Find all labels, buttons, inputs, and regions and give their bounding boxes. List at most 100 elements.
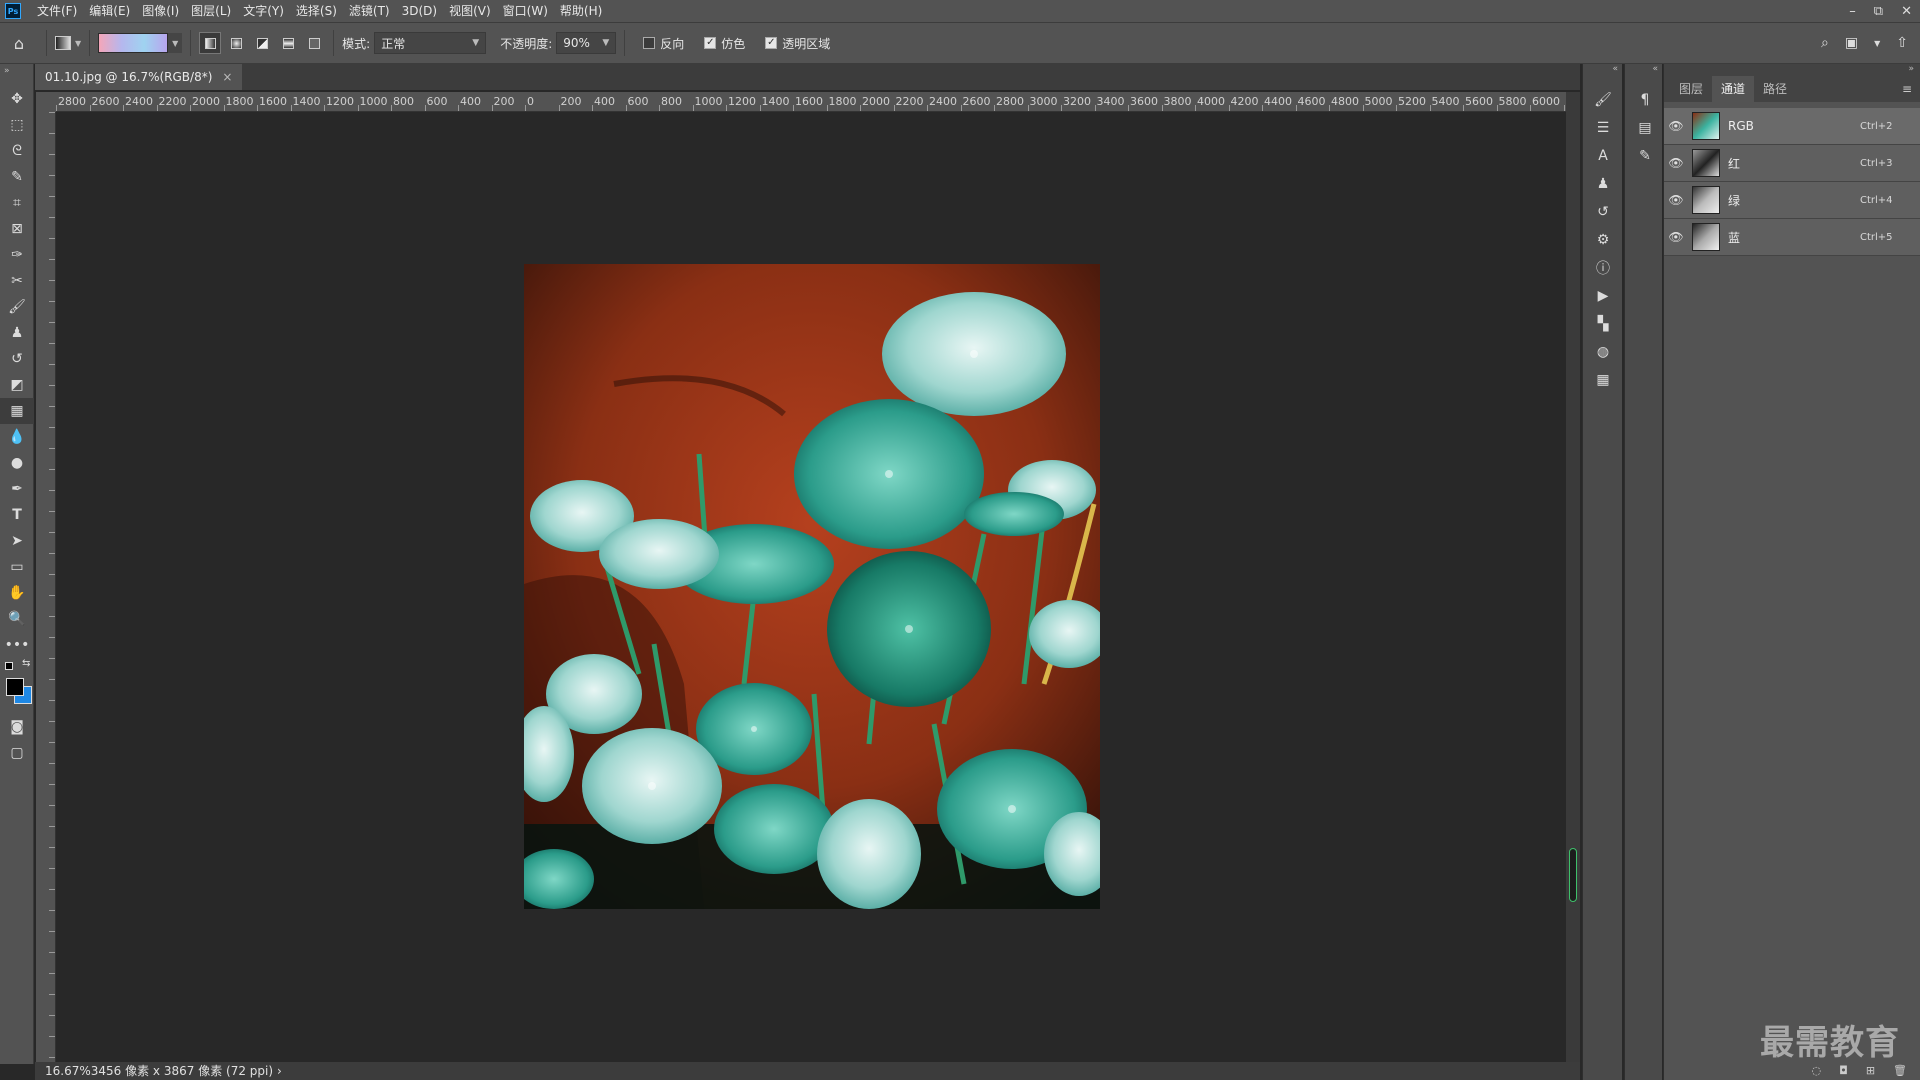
search-icon[interactable]: ⌕ xyxy=(1821,35,1829,51)
paragraph-icon[interactable]: ¶ xyxy=(1625,86,1665,114)
eyedropper-tool-icon[interactable]: ✑ xyxy=(0,242,34,268)
notes-icon[interactable]: ✎ xyxy=(1625,142,1665,170)
3d-icon[interactable]: ◍ xyxy=(1583,338,1623,366)
menu-item[interactable]: 图层(L) xyxy=(185,0,237,22)
menu-item[interactable]: 选择(S) xyxy=(290,0,343,22)
swatches-icon[interactable]: ▚ xyxy=(1583,310,1623,338)
menu-item[interactable]: 文字(Y) xyxy=(237,0,290,22)
restore-button[interactable]: ⧉ xyxy=(1874,4,1883,19)
quick-select-tool-icon[interactable]: ✎ xyxy=(0,164,34,190)
rectangle-tool-icon[interactable]: ▭ xyxy=(0,554,34,580)
tab-paths[interactable]: 路径 xyxy=(1754,76,1796,102)
type-tool-icon[interactable]: T xyxy=(0,502,34,528)
screen-mode-icon[interactable]: ▢ xyxy=(0,740,34,766)
share-icon[interactable]: ⇧ xyxy=(1896,35,1908,51)
scroll-thumb[interactable] xyxy=(1569,848,1577,902)
menu-item[interactable]: 视图(V) xyxy=(443,0,497,22)
reflected-gradient-button[interactable] xyxy=(277,32,299,54)
frame-tool-icon[interactable]: ⊠ xyxy=(0,216,34,242)
move-tool-icon[interactable]: ✥ xyxy=(0,86,34,112)
channel-row-red[interactable]: 👁 红 Ctrl+3 xyxy=(1664,145,1920,182)
collapse-strip-icon[interactable]: « xyxy=(1583,64,1622,86)
foreground-color-swatch[interactable] xyxy=(6,678,24,696)
ruler-origin[interactable] xyxy=(36,92,56,112)
eye-icon[interactable]: 👁 xyxy=(1664,156,1688,170)
properties-icon[interactable]: ⚙ xyxy=(1583,226,1623,254)
vertical-ruler[interactable] xyxy=(36,112,56,1062)
menu-item[interactable]: 图像(I) xyxy=(136,0,185,22)
eye-icon[interactable]: 👁 xyxy=(1664,193,1688,207)
adjustments-icon[interactable]: ☰ xyxy=(1583,114,1623,142)
zoom-level[interactable]: 16.67% xyxy=(45,1064,91,1078)
panel-menu-icon[interactable]: ≡ xyxy=(1902,82,1920,96)
document-image[interactable] xyxy=(524,264,1100,909)
lasso-tool-icon[interactable]: ᘓ xyxy=(0,138,34,164)
workspace-icon[interactable]: ▣ xyxy=(1845,35,1858,51)
channel-row-blue[interactable]: 👁 蓝 Ctrl+5 xyxy=(1664,219,1920,256)
load-selection-icon[interactable]: ◌ xyxy=(1812,1064,1822,1077)
table-icon[interactable]: ▦ xyxy=(1583,366,1623,394)
clone-source-icon[interactable]: ♟ xyxy=(1583,170,1623,198)
close-tab-icon[interactable]: × xyxy=(222,70,232,84)
gradient-dropdown-caret[interactable]: ▼ xyxy=(168,33,183,53)
vertical-scrollbar[interactable] xyxy=(1566,92,1580,1062)
history-brush-tool-icon[interactable]: ↺ xyxy=(0,346,34,372)
linear-gradient-button[interactable] xyxy=(199,32,222,54)
marquee-tool-icon[interactable]: ⬚ xyxy=(0,112,34,138)
info-icon[interactable]: ⓘ xyxy=(1583,254,1623,282)
swap-colors-icon[interactable]: ⇆ xyxy=(22,658,30,669)
quick-mask-icon[interactable]: ◙ xyxy=(0,714,34,740)
menu-item[interactable]: 滤镜(T) xyxy=(343,0,396,22)
collapse-strip-icon[interactable]: « xyxy=(1625,64,1662,86)
menu-item[interactable]: 文件(F) xyxy=(31,0,83,22)
dodge-tool-icon[interactable]: ● xyxy=(0,450,34,476)
more-tools-icon[interactable]: ••• xyxy=(0,632,34,658)
menu-item[interactable]: 3D(D) xyxy=(396,0,443,22)
eye-icon[interactable]: 👁 xyxy=(1664,119,1688,133)
document-tab[interactable]: 01.10.jpg @ 16.7%(RGB/8*) × xyxy=(35,64,243,90)
checkbox-box[interactable]: ✓ xyxy=(704,37,717,49)
chevron-down-icon[interactable]: ▼ xyxy=(1874,39,1880,48)
home-button[interactable]: ⌂ xyxy=(0,34,38,53)
save-selection-icon[interactable]: ◘ xyxy=(1839,1064,1848,1077)
opacity-input[interactable]: 90% ▼ xyxy=(556,32,617,54)
hand-tool-icon[interactable]: ✋ xyxy=(0,580,34,606)
brush-tool-icon[interactable]: 🖌 xyxy=(0,294,34,320)
gradient-tool-icon[interactable]: ▦ xyxy=(0,398,34,424)
reverse-checkbox[interactable]: 反向 xyxy=(643,35,684,52)
tab-layers[interactable]: 图层 xyxy=(1670,76,1712,102)
healing-tool-icon[interactable]: ✂ xyxy=(0,268,34,294)
dither-checkbox[interactable]: ✓ 仿色 xyxy=(704,35,745,52)
stamp-tool-icon[interactable]: ♟ xyxy=(0,320,34,346)
tool-preset-picker[interactable]: ▼ xyxy=(55,36,81,50)
gradient-swatch[interactable] xyxy=(98,33,169,53)
collapse-toolbar-icon[interactable]: » xyxy=(0,64,33,86)
actions-play-icon[interactable]: ▶ xyxy=(1583,282,1623,310)
tab-channels[interactable]: 通道 xyxy=(1712,76,1755,102)
zoom-tool-icon[interactable]: 🔍 xyxy=(0,606,34,632)
blur-tool-icon[interactable]: 💧 xyxy=(0,424,34,450)
new-channel-icon[interactable]: ⊞ xyxy=(1866,1064,1875,1077)
gradient-picker[interactable]: ▼ xyxy=(98,33,183,53)
transparency-checkbox[interactable]: ✓ 透明区域 xyxy=(765,35,830,52)
menu-item[interactable]: 窗口(W) xyxy=(497,0,554,22)
eye-icon[interactable]: 👁 xyxy=(1664,230,1688,244)
collapse-panel-icon[interactable]: » xyxy=(1664,64,1920,76)
character-icon[interactable]: A xyxy=(1583,142,1623,170)
mode-select[interactable]: 正常 ▼ xyxy=(374,32,487,54)
horizontal-ruler[interactable]: 2800 2600 2400 2200 2000 1800 1600 1400 1200 1000… xyxy=(56,92,1566,112)
path-select-tool-icon[interactable]: ➤ xyxy=(0,528,34,554)
close-window-button[interactable]: ✕ xyxy=(1901,4,1912,19)
diamond-gradient-button[interactable] xyxy=(303,32,325,54)
paragraph-styles-icon[interactable]: ▤ xyxy=(1625,114,1665,142)
default-colors-icon[interactable] xyxy=(5,662,13,670)
chevron-right-icon[interactable]: › xyxy=(277,1064,282,1078)
crop-tool-icon[interactable]: ⌗ xyxy=(0,190,34,216)
radial-gradient-button[interactable] xyxy=(225,32,247,54)
eraser-tool-icon[interactable]: ◩ xyxy=(0,372,34,398)
history-icon[interactable]: ↺ xyxy=(1583,198,1623,226)
brush-settings-icon[interactable]: 🖌 xyxy=(1583,86,1623,114)
channel-row-green[interactable]: 👁 绿 Ctrl+4 xyxy=(1664,182,1920,219)
checkbox-box[interactable] xyxy=(643,37,656,49)
trash-icon[interactable]: 🗑 xyxy=(1893,1064,1907,1077)
